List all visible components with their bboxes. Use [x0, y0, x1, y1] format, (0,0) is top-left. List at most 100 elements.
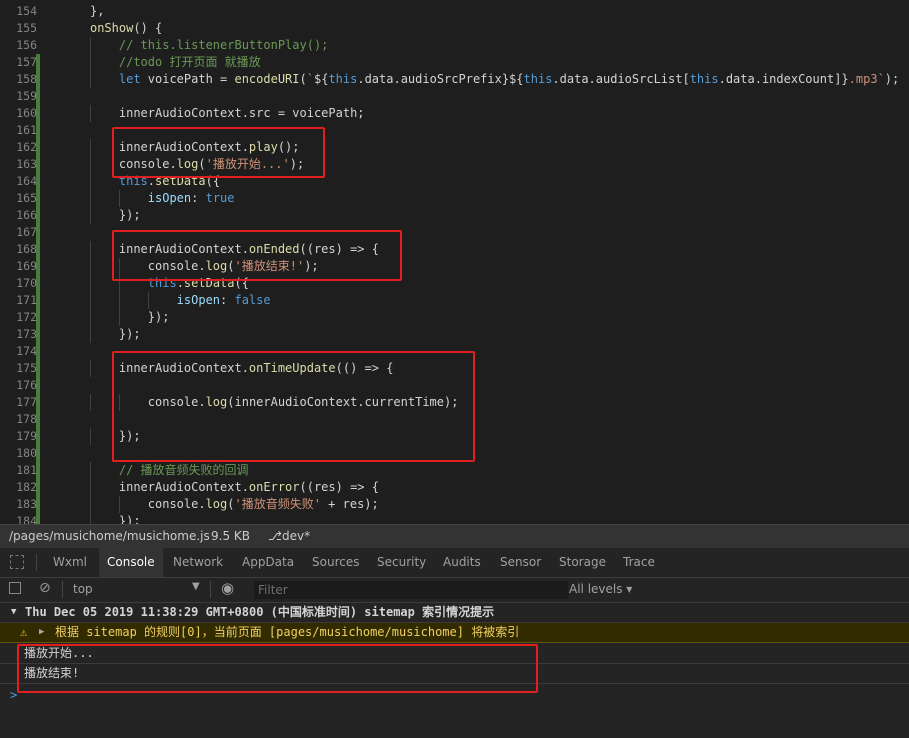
line-number: 180 [16, 446, 37, 460]
line-number: 156 [16, 38, 37, 52]
code-line[interactable]: //todo 打开页面 就播放 [61, 54, 261, 71]
code-line[interactable]: console.log('播放音频失败' + res); [61, 496, 379, 513]
highlight-box-ontimeupdate [112, 351, 475, 462]
indent-guide [147, 292, 149, 309]
devtools-tab-bar: Wxml Console Network AppData Sources Security… [0, 548, 909, 578]
indent-guide [118, 496, 120, 513]
code-line[interactable]: isOpen: false [61, 292, 271, 309]
indent-guide [90, 326, 91, 343]
tab-storage[interactable]: Storage [551, 548, 614, 577]
line-number: 179 [16, 429, 37, 443]
warning-row[interactable]: ⚠ ▶ 根据 sitemap 的规则[0]，当前页面 [pages/musich… [0, 623, 909, 643]
line-number: 178 [16, 412, 37, 426]
line-number: 157 [16, 55, 37, 69]
code-line[interactable]: }); [61, 513, 141, 524]
indent-guide [90, 496, 91, 513]
highlight-box-console [17, 644, 538, 693]
code-line[interactable]: }); [61, 207, 141, 224]
indent-guide [90, 54, 91, 71]
tab-divider [36, 554, 37, 571]
tab-appdata[interactable]: AppData [234, 548, 302, 577]
tab-console[interactable]: Console [99, 548, 163, 577]
warning-icon: ⚠ [20, 625, 28, 639]
tab-wxml[interactable]: Wxml [45, 548, 95, 577]
toolbar-divider [62, 581, 63, 598]
code-line[interactable]: onShow() { [61, 20, 162, 37]
line-number: 165 [16, 191, 37, 205]
indent-guide [90, 309, 91, 326]
indent-guide [118, 292, 120, 309]
indent-guide [90, 360, 91, 377]
context-dropdown-icon[interactable]: ▼ [192, 581, 200, 592]
line-number: 158 [16, 72, 37, 86]
line-number: 184 [16, 514, 37, 524]
line-number: 171 [16, 293, 37, 307]
indent-guide [90, 513, 91, 524]
inspect-element-icon[interactable] [10, 555, 24, 569]
tab-security[interactable]: Security [369, 548, 434, 577]
clear-console-icon[interactable]: ⊘ [39, 580, 51, 596]
expand-arrow-icon[interactable]: ▶ [39, 623, 44, 642]
code-line[interactable]: // this.listenerButtonPlay(); [61, 37, 329, 54]
tab-audits[interactable]: Audits [435, 548, 489, 577]
indent-guide [90, 37, 91, 54]
line-number: 175 [16, 361, 37, 375]
line-number: 164 [16, 174, 37, 188]
line-number: 183 [16, 497, 37, 511]
group-header-text: Thu Dec 05 2019 11:38:29 GMT+0800 (中国标准时… [25, 605, 495, 619]
warning-text: 根据 sitemap 的规则[0]，当前页面 [pages/musichome/… [55, 625, 520, 639]
indent-guide [90, 139, 91, 156]
file-path: /pages/musichome/musichome.js [9, 529, 210, 543]
line-number: 162 [16, 140, 37, 154]
tab-sources[interactable]: Sources [304, 548, 367, 577]
code-editor[interactable]: 154 }, 155 onShow() { 156 // this.listener… [0, 0, 909, 524]
toggle-sidebar-icon[interactable] [9, 582, 21, 594]
tab-trace[interactable]: Trace [615, 548, 663, 577]
line-number: 163 [16, 157, 37, 171]
indent-guide [90, 207, 91, 224]
log-levels-dropdown[interactable]: All levels ▾ [569, 582, 632, 596]
console-output[interactable]: ▼ Thu Dec 05 2019 11:38:29 GMT+0800 (中国标… [0, 603, 909, 738]
tab-network[interactable]: Network [165, 548, 231, 577]
sitemap-group-header[interactable]: ▼ Thu Dec 05 2019 11:38:29 GMT+0800 (中国标… [0, 603, 909, 623]
line-number: 166 [16, 208, 37, 222]
console-filter-input[interactable] [254, 581, 568, 599]
code-line[interactable]: }); [61, 326, 141, 343]
line-number: 154 [16, 4, 37, 18]
code-line[interactable]: isOpen: true [61, 190, 235, 207]
line-number: 177 [16, 395, 37, 409]
indent-guide [90, 241, 91, 258]
indent-guide [90, 479, 91, 496]
line-number: 168 [16, 242, 37, 256]
line-number: 155 [16, 21, 37, 35]
indent-guide [90, 258, 91, 275]
indent-guide [90, 462, 91, 479]
indent-guide [90, 275, 91, 292]
indent-guide [90, 156, 91, 173]
tab-sensor[interactable]: Sensor [492, 548, 549, 577]
git-branch[interactable]: dev* [282, 529, 310, 543]
indent-guide [90, 71, 91, 88]
line-number: 167 [16, 225, 37, 239]
console-prompt[interactable]: > [10, 688, 17, 702]
indent-guide [90, 190, 91, 207]
expand-triangle-icon[interactable]: ▼ [11, 603, 16, 622]
indent-guide [90, 428, 91, 445]
highlight-box-play [112, 127, 325, 178]
git-branch-icon: ⎇ [268, 529, 282, 543]
code-line[interactable]: }, [61, 3, 104, 20]
code-line[interactable]: }); [61, 309, 170, 326]
indent-guide [118, 190, 120, 207]
code-line[interactable]: innerAudioContext.onError((res) => { [61, 479, 379, 496]
file-status-bar: /pages/musichome/musichome.js 9.5 KB ⎇ d… [0, 524, 909, 548]
indent-guide [90, 105, 91, 122]
code-line[interactable]: innerAudioContext.src = voicePath; [61, 105, 365, 122]
toolbar-divider [210, 581, 211, 598]
indent-guide [90, 394, 91, 411]
line-number: 170 [16, 276, 37, 290]
line-number: 172 [16, 310, 37, 324]
file-size: 9.5 KB [211, 529, 250, 543]
context-selector[interactable]: top [73, 582, 93, 596]
code-line[interactable]: let voicePath = encodeURI(`${this.data.a… [61, 71, 899, 88]
eye-icon[interactable]: ◉ [221, 579, 234, 597]
